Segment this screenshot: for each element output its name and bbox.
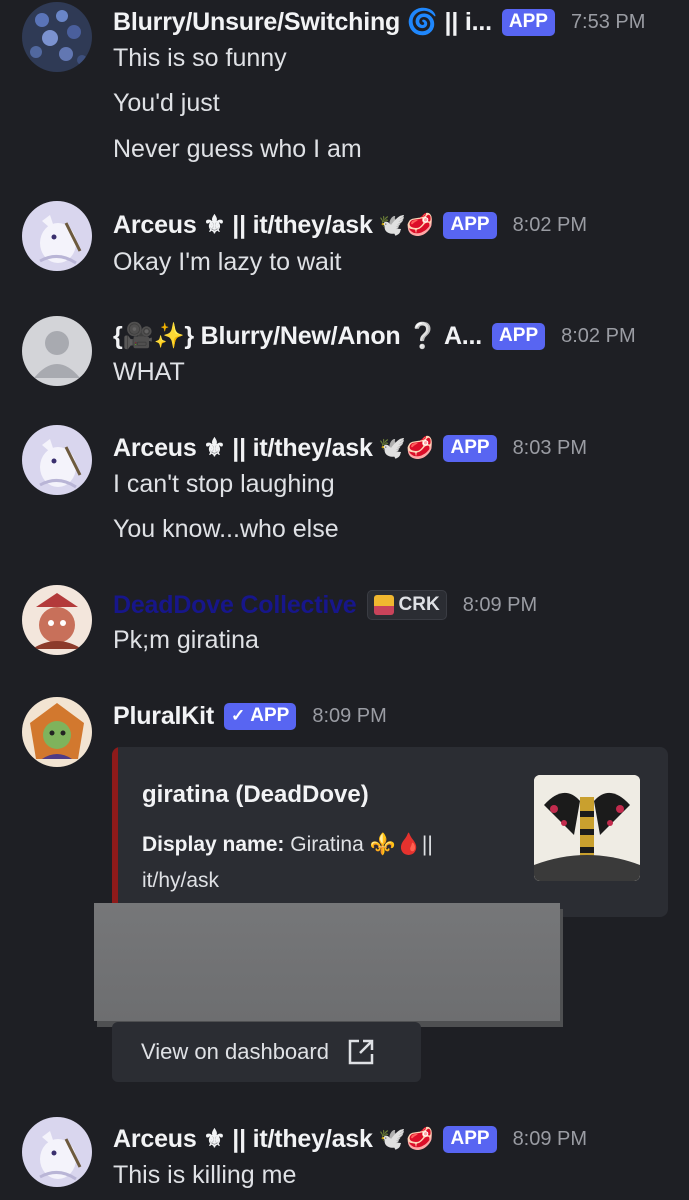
- server-tag[interactable]: CRK: [366, 590, 447, 620]
- message-text: This is so funny: [113, 44, 287, 72]
- app-badge: APP: [492, 322, 546, 350]
- chat-log: Blurry/Unsure/Switching 🌀 || i... APP 7:…: [0, 0, 689, 1200]
- avatar-deaddove[interactable]: [22, 585, 92, 655]
- message-text: Pk;m giratina: [113, 626, 259, 654]
- embed-thumbnail[interactable]: [534, 775, 640, 881]
- timestamp: 7:53 PM: [570, 10, 646, 33]
- app-badge: APP: [443, 434, 497, 462]
- embed-title: giratina (DeadDove): [142, 781, 369, 808]
- timestamp: 8:09 PM: [512, 1127, 588, 1150]
- crown-icon: [373, 595, 394, 615]
- timestamp: 8:02 PM: [561, 324, 636, 347]
- view-on-dashboard-label: View on dashboard: [141, 1039, 329, 1064]
- message-text: Never guess who I am: [113, 135, 362, 163]
- message-text: You'd just: [113, 89, 220, 117]
- default-avatar-icon: [22, 316, 92, 386]
- name-emoji: 🕊️🥩: [378, 1126, 434, 1152]
- message-text: You know...who else: [113, 515, 339, 543]
- name-emoji: 🕊️🥩: [378, 212, 434, 238]
- embed-card: giratina (DeadDove) Display name: Girati…: [112, 747, 668, 917]
- username[interactable]: DeadDove Collective: [113, 591, 357, 620]
- username[interactable]: Arceus ⚜ || it/they/ask: [113, 1124, 373, 1154]
- checkmark-icon: ✓: [231, 706, 246, 725]
- embed-field: Display name: Giratina ⚜️🩸|| it/hy/ask: [142, 827, 512, 899]
- verified-app-badge: ✓ APP: [224, 702, 297, 730]
- avatar-blurry-unsure[interactable]: [22, 2, 92, 72]
- external-link-icon: [348, 1039, 374, 1065]
- avatar-default[interactable]: [22, 316, 92, 386]
- avatar-arceus[interactable]: [22, 201, 92, 271]
- embed-field-label: Display name:: [142, 833, 285, 856]
- username[interactable]: Blurry/Unsure/Switching 🌀 || i...: [113, 8, 492, 37]
- app-badge: APP: [443, 211, 497, 239]
- username[interactable]: PluralKit: [113, 702, 214, 731]
- app-badge: APP: [443, 1125, 497, 1153]
- redaction-overlay: [94, 903, 560, 1021]
- name-emoji: 🕊️🥩: [378, 435, 434, 461]
- timestamp: 8:09 PM: [312, 704, 387, 727]
- server-tag-label: CRK: [398, 594, 440, 615]
- username[interactable]: Arceus ⚜ || it/they/ask: [113, 433, 373, 463]
- avatar-arceus[interactable]: [22, 425, 92, 495]
- username[interactable]: Arceus ⚜ || it/they/ask: [113, 210, 373, 240]
- app-badge: APP: [501, 8, 555, 36]
- timestamp: 8:02 PM: [512, 213, 588, 236]
- avatar-arceus[interactable]: [22, 1117, 92, 1187]
- message-text: Okay I'm lazy to wait: [113, 248, 342, 276]
- username[interactable]: {🎥✨} Blurry/New/Anon ❔ A...: [113, 322, 482, 351]
- timestamp: 8:09 PM: [462, 593, 538, 616]
- message-text: This is killing me: [113, 1161, 297, 1189]
- timestamp: 8:03 PM: [512, 436, 588, 459]
- avatar-pluralkit[interactable]: [22, 697, 92, 767]
- embed-color-bar: [112, 747, 118, 917]
- message-text: WHAT: [113, 358, 185, 386]
- message-text: I can't stop laughing: [113, 470, 335, 498]
- view-on-dashboard-button[interactable]: View on dashboard: [112, 1022, 421, 1082]
